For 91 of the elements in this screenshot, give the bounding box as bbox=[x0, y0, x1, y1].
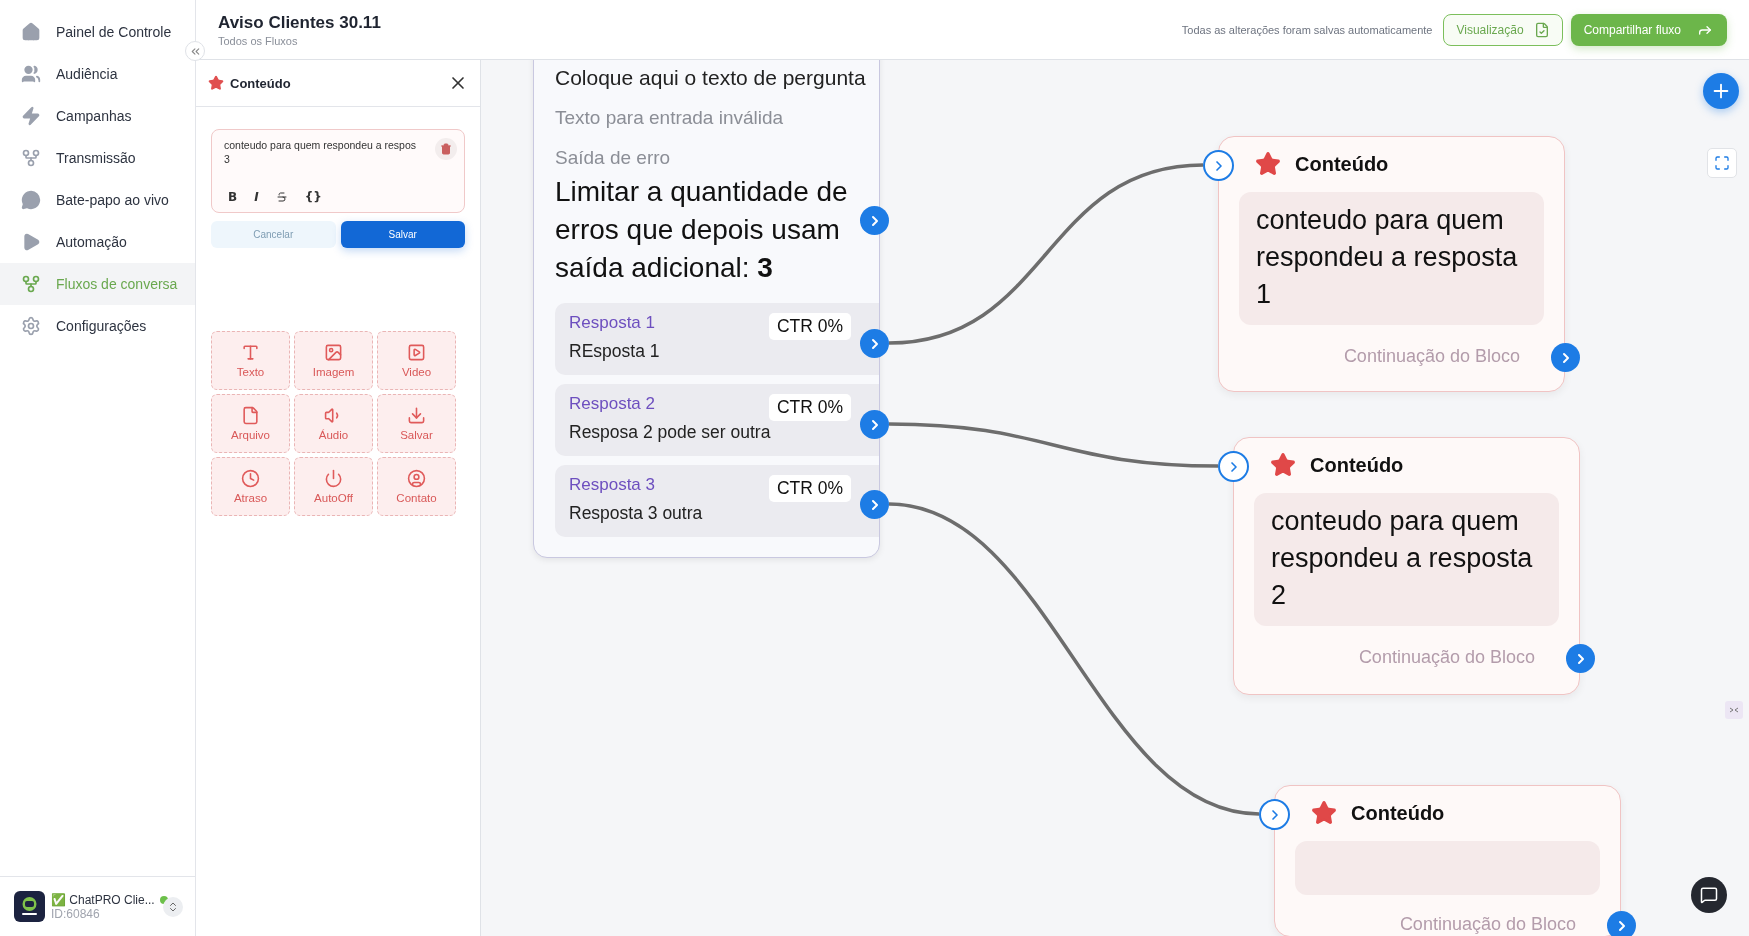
branch-icon bbox=[21, 274, 41, 294]
answer-text: REsposta 1 bbox=[569, 341, 660, 362]
power-icon bbox=[324, 469, 343, 488]
clock-icon bbox=[241, 469, 260, 488]
input-handle[interactable] bbox=[1218, 451, 1249, 482]
italic-button[interactable]: I bbox=[254, 190, 259, 204]
bolt-icon bbox=[21, 106, 41, 126]
file-icon bbox=[241, 406, 260, 425]
error-label: Saída de erro bbox=[555, 147, 672, 169]
strikethrough-icon bbox=[275, 191, 288, 203]
ctr-badge: CTR 0% bbox=[768, 313, 851, 340]
block-option[interactable]: Contato bbox=[377, 457, 456, 516]
content-node[interactable]: Conteúdo conteudo para quem respondeu a resposta 2 Continuação do Bloco bbox=[1233, 437, 1580, 695]
message-editor[interactable]: conteudo para quem respondeu a respos 3 B I {} bbox=[211, 129, 465, 213]
logo-icon bbox=[14, 891, 45, 922]
star-icon bbox=[208, 75, 224, 91]
nav-item[interactable]: Configurações bbox=[0, 305, 195, 347]
answer-title: Resposta 3 bbox=[569, 475, 655, 495]
document-icon bbox=[1533, 21, 1550, 38]
continuation-label: Continuação do Bloco bbox=[1343, 345, 1520, 367]
play-icon bbox=[21, 232, 41, 252]
image-icon bbox=[324, 343, 343, 362]
nav-item[interactable]: Campanhas bbox=[0, 95, 195, 137]
content-node[interactable]: Conteúdo conteudo para quem respondeu a resposta 1 Continuação do Bloco bbox=[1218, 136, 1565, 392]
delete-button[interactable] bbox=[435, 138, 457, 160]
strike-button[interactable] bbox=[275, 191, 288, 203]
ctr-badge: CTR 0% bbox=[768, 394, 851, 421]
message-bubble: conteudo para quem respondeu a resposta 2 bbox=[1254, 493, 1559, 626]
answer-text: Resposta 3 outra bbox=[569, 503, 703, 524]
answer-title: Resposta 1 bbox=[569, 313, 655, 333]
continuation-label: Continuação do Bloco bbox=[1358, 646, 1535, 668]
question-node[interactable] bbox=[533, 60, 880, 558]
add-button[interactable] bbox=[1703, 73, 1739, 109]
question-text: Coloque aqui o texto de pergunta bbox=[555, 65, 867, 91]
invalid-input-text: Texto para entrada inválida bbox=[555, 107, 785, 129]
nav-item[interactable]: Painel de Controle bbox=[0, 11, 195, 53]
answer-row[interactable]: Resposta 3 Resposta 3 outra CTR 0% bbox=[555, 465, 879, 537]
text-icon bbox=[241, 343, 260, 362]
save-button[interactable]: Salvar bbox=[340, 221, 465, 248]
panel-title: Conteúdo bbox=[230, 75, 292, 91]
chat-button[interactable] bbox=[1691, 877, 1727, 913]
fullscreen-button[interactable] bbox=[1707, 148, 1737, 178]
block-option[interactable]: Atraso bbox=[211, 457, 290, 516]
switch-account-button[interactable] bbox=[163, 896, 183, 917]
save-status: Todas as alterações foram salvas automaticamente bbox=[1181, 23, 1433, 36]
code-button[interactable]: {} bbox=[304, 190, 322, 204]
video-icon bbox=[407, 343, 426, 362]
user-icon bbox=[407, 469, 426, 488]
branch-icon bbox=[21, 148, 41, 168]
input-handle[interactable] bbox=[1259, 799, 1290, 830]
answer-title: Resposta 2 bbox=[569, 394, 655, 414]
block-option[interactable]: AutoOff bbox=[294, 457, 373, 516]
bold-button[interactable]: B bbox=[228, 190, 238, 204]
nav-item[interactable]: Bate-papo ao vivo bbox=[0, 179, 195, 221]
block-option[interactable]: Video bbox=[377, 331, 456, 390]
home-icon bbox=[21, 22, 41, 42]
fullscreen-icon bbox=[1714, 155, 1730, 171]
content-node[interactable]: Conteúdo Continuação do Bloco bbox=[1274, 785, 1621, 936]
block-option[interactable]: Imagem bbox=[294, 331, 373, 390]
flow-title: Aviso Clientes 30.11 bbox=[218, 12, 382, 33]
up-down-icon bbox=[167, 900, 179, 913]
node-title: Conteúdo bbox=[1351, 801, 1445, 825]
node-title: Conteúdo bbox=[1310, 453, 1404, 477]
star-icon bbox=[1270, 452, 1296, 478]
star-icon bbox=[1311, 800, 1337, 826]
error-limit-text: Limitar a quantidade de erros que depois usam saída adicional: 3 bbox=[555, 175, 849, 285]
star-icon bbox=[1255, 151, 1281, 177]
answer-row[interactable]: Resposta 1 REsposta 1 CTR 0% bbox=[555, 303, 879, 375]
account-name: ✅ ChatPRO Clie... bbox=[51, 892, 155, 907]
nav-item[interactable]: Audiência bbox=[0, 53, 195, 95]
chat-bubble-icon bbox=[21, 190, 41, 210]
users-icon bbox=[21, 64, 41, 84]
settings-icon bbox=[21, 316, 41, 336]
message-bubble: conteudo para quem respondeu a resposta 1 bbox=[1239, 192, 1544, 325]
account-id: ID:60846 bbox=[51, 906, 101, 921]
widget-icon[interactable] bbox=[1725, 701, 1743, 719]
answer-row[interactable]: Resposta 2 Resposa 2 pode ser outra CTR 0% bbox=[555, 384, 879, 456]
trash-icon bbox=[440, 143, 452, 155]
collapse-button[interactable] bbox=[185, 41, 205, 61]
nav-item[interactable]: Transmissão bbox=[0, 137, 195, 179]
block-option[interactable]: Salvar bbox=[377, 394, 456, 453]
ctr-badge: CTR 0% bbox=[768, 475, 851, 502]
nav-item[interactable]: Automação bbox=[0, 221, 195, 263]
node-title: Conteúdo bbox=[1295, 152, 1389, 176]
input-handle[interactable] bbox=[1203, 150, 1234, 181]
download-icon bbox=[407, 406, 426, 425]
answer-text: Resposa 2 pode ser outra bbox=[569, 422, 771, 443]
block-option[interactable]: Texto bbox=[211, 331, 290, 390]
chat-icon bbox=[1700, 886, 1718, 904]
output-handle[interactable] bbox=[1607, 911, 1636, 936]
continuation-label: Continuação do Bloco bbox=[1399, 913, 1576, 935]
